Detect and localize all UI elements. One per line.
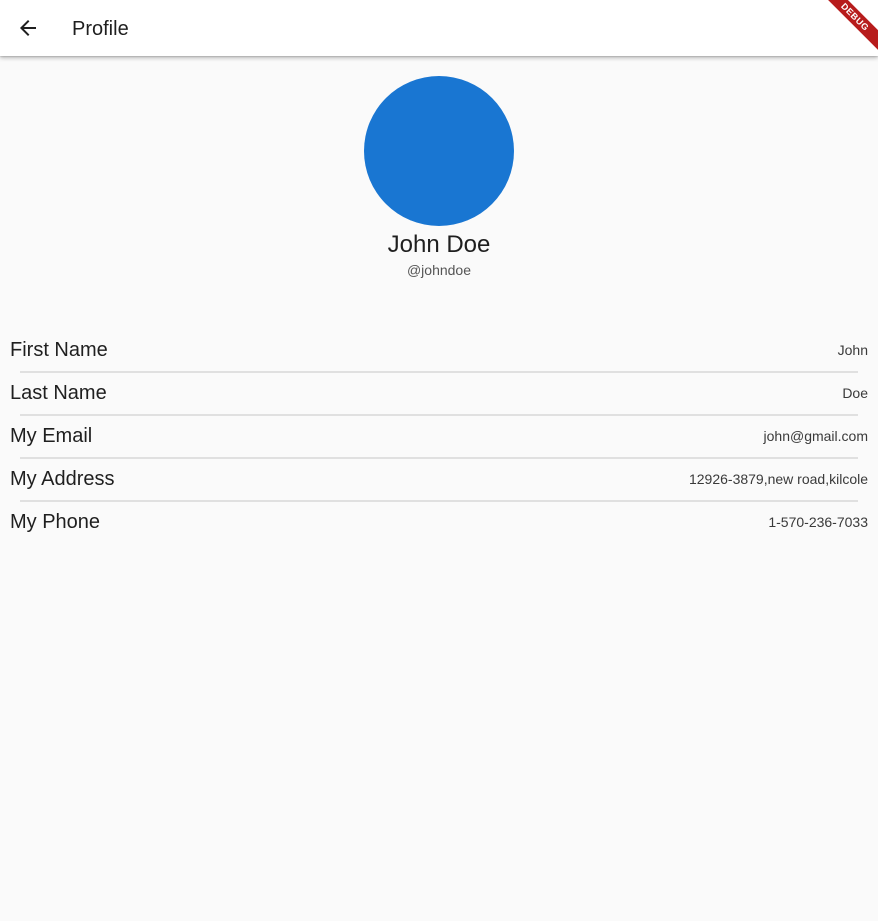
field-label: Last Name (10, 382, 107, 404)
field-row-email: My Email john@gmail.com (0, 416, 878, 456)
profile-username: @johndoe (406, 262, 472, 278)
arrow-back-icon (20, 20, 36, 36)
avatar (364, 76, 514, 226)
field-value: 12926-3879,new road,kilcole (688, 471, 868, 487)
field-row-last-name: Last Name Doe (0, 373, 878, 413)
field-value: 1-570-236-7033 (768, 514, 868, 530)
field-label: My Phone (10, 511, 101, 533)
field-row-address: My Address 12926-3879,new road,kilcole (0, 459, 878, 499)
profile-details-list: First Name John Last Name Doe My Email j… (0, 330, 878, 542)
field-value: john@gmail.com (763, 428, 868, 444)
field-row-phone: My Phone 1-570-236-7033 (0, 502, 878, 542)
field-label: My Address (10, 468, 115, 490)
field-label: First Name (10, 339, 108, 361)
field-value: John (837, 342, 868, 358)
field-label: My Email (10, 425, 93, 447)
back-button[interactable] (4, 4, 52, 52)
field-row-first-name: First Name John (0, 330, 878, 370)
profile-name: John Doe (387, 231, 491, 258)
app-bar: Profile (0, 0, 878, 56)
field-value: Doe (842, 385, 868, 401)
page-title: Profile (72, 18, 129, 40)
profile-screen: Profile DEBUG John Doe @johndoe First Na… (0, 0, 878, 921)
